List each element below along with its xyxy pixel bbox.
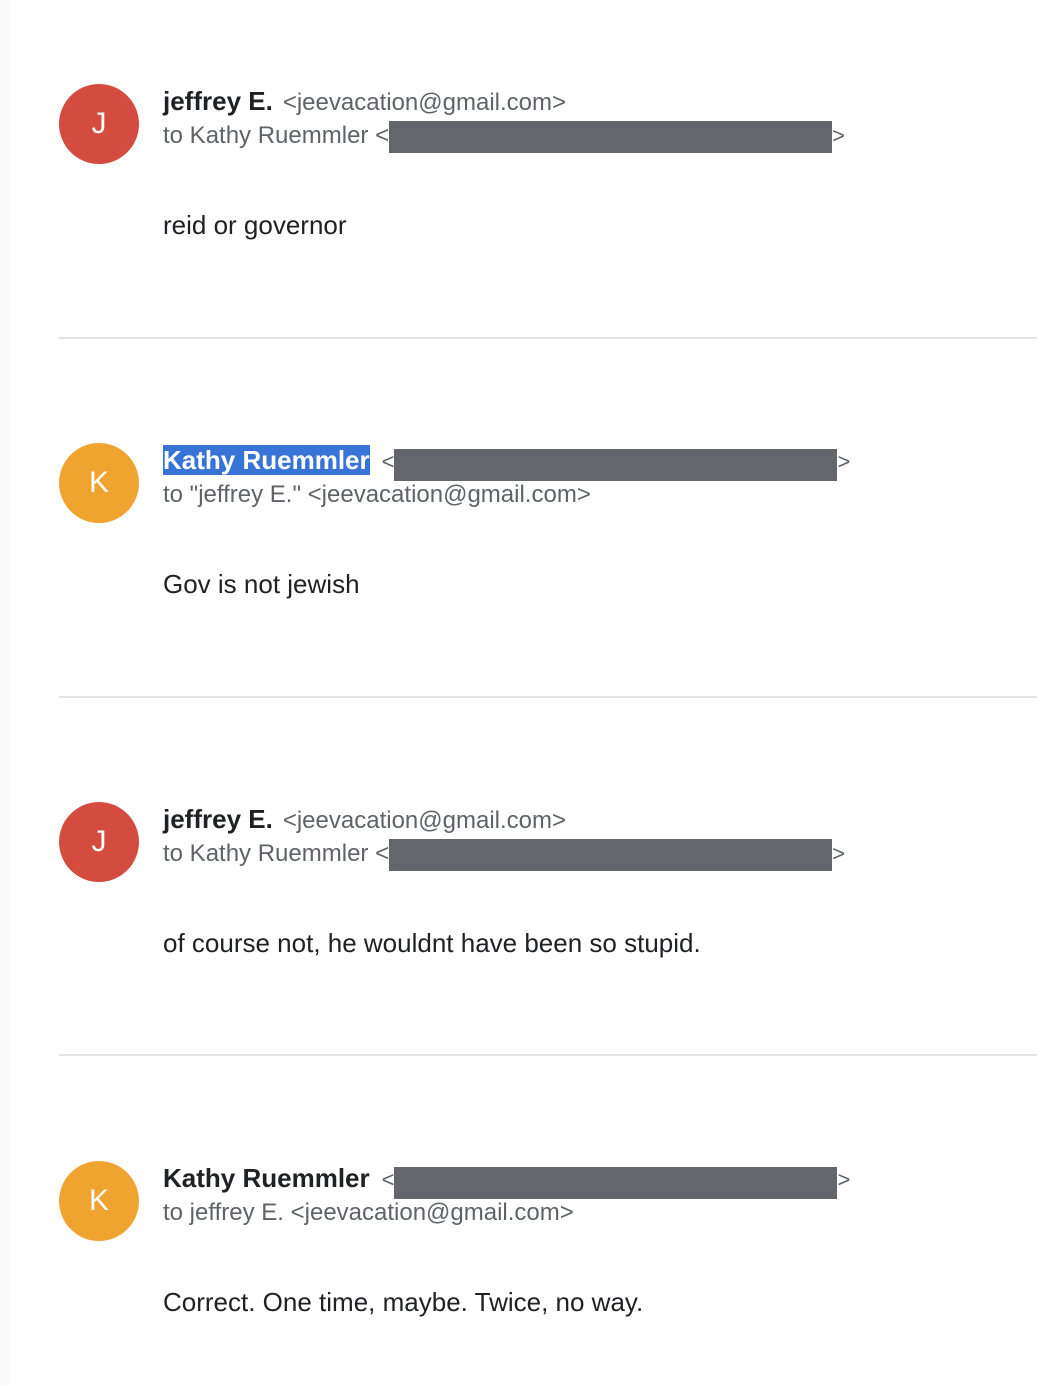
sender-line: jeffrey E. <jeevacation@gmail.com> <box>163 802 566 836</box>
sender-email-open: < <box>381 1167 395 1192</box>
sender-name[interactable]: jeffrey E. <box>163 804 273 834</box>
recipient-line: to Kathy Ruemmler < > <box>163 119 845 153</box>
sender-email-open: < <box>381 449 395 474</box>
recipient-line: to "jeffrey E." <jeevacation@gmail.com> <box>163 481 591 508</box>
sender-line: jeffrey E. <jeevacation@gmail.com> <box>163 84 566 118</box>
sender-avatar[interactable]: K <box>59 443 139 523</box>
sender-name[interactable]: Kathy Ruemmler <box>163 445 370 475</box>
sender-name[interactable]: jeffrey E. <box>163 86 273 116</box>
sender-email-close: > <box>837 1167 851 1192</box>
message-body: reid or governor <box>163 210 347 240</box>
message-body: Gov is not jewish <box>163 569 360 599</box>
redacted-email-block <box>394 448 838 481</box>
message-divider <box>59 1054 1037 1056</box>
recipient-email-close: > <box>832 841 845 866</box>
recipient-line: to Kathy Ruemmler < > <box>163 837 845 871</box>
recipient-label: to Kathy Ruemmler < <box>163 122 390 149</box>
left-edge-strip <box>0 0 10 1385</box>
message-divider <box>59 696 1037 698</box>
message-body: of course not, he wouldnt have been so s… <box>163 928 701 958</box>
sender-name[interactable]: Kathy Ruemmler <box>163 1163 370 1193</box>
sender-email: <jeevacation@gmail.com> <box>282 807 566 834</box>
redacted-email-block <box>389 838 833 871</box>
redacted-email-block <box>389 120 833 153</box>
recipient-email-close: > <box>832 123 845 148</box>
message-divider <box>59 337 1037 339</box>
recipient-line: to jeffrey E. <jeevacation@gmail.com> <box>163 1199 574 1226</box>
sender-line: Kathy Ruemmler < > <box>163 1161 851 1199</box>
sender-email-close: > <box>837 449 851 474</box>
sender-line: Kathy Ruemmler < > <box>163 443 851 481</box>
sender-email: <jeevacation@gmail.com> <box>282 89 566 116</box>
recipient-label: to Kathy Ruemmler < <box>163 840 390 867</box>
sender-avatar[interactable]: J <box>59 802 139 882</box>
sender-avatar[interactable]: J <box>59 84 139 164</box>
message-body: Correct. One time, maybe. Twice, no way. <box>163 1287 644 1317</box>
sender-avatar[interactable]: K <box>59 1161 139 1241</box>
redacted-email-block <box>394 1166 838 1199</box>
